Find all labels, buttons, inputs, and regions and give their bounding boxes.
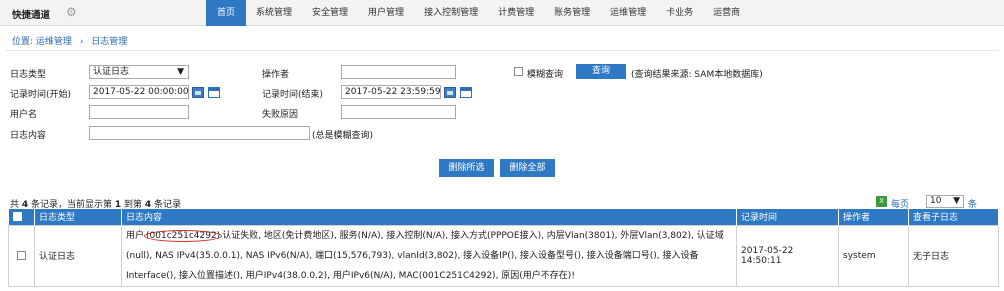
col-log-content: 日志内容 (121, 209, 737, 225)
nav-access-control[interactable]: 接入控制管理 (414, 0, 488, 26)
breadcrumb-prefix: 位置: (12, 37, 34, 47)
operator-label: 操作者 (262, 70, 290, 80)
col-operator: 操作者 (838, 209, 909, 225)
row-sub-log: 无子日志 (908, 224, 999, 287)
col-sub-log: 查看子日志 (908, 209, 999, 225)
log-type-select[interactable]: 认证日志 ▼ (89, 65, 189, 79)
log-type-value: 认证日志 (93, 67, 130, 77)
clear-date-icon[interactable] (208, 87, 220, 98)
col-log-type: 日志类型 (34, 209, 122, 225)
quick-access-link[interactable]: 快捷通道 (12, 7, 50, 21)
divider (6, 50, 998, 51)
nav-billing[interactable]: 计费管理 (488, 0, 544, 26)
per-page-value: 10 (930, 196, 942, 206)
username-label: 用户名 (10, 110, 38, 120)
nav-operator[interactable]: 运营商 (703, 0, 750, 26)
chevron-down-icon: ▼ (177, 67, 184, 77)
query-button[interactable]: 查询 (576, 64, 626, 79)
calendar-icon[interactable] (192, 87, 204, 98)
fail-reason-label: 失败原因 (262, 110, 299, 120)
breadcrumb-log[interactable]: 日志管理 (91, 37, 127, 47)
fuzzy-label: 模糊查询 (527, 70, 564, 80)
nav-users[interactable]: 用户管理 (358, 0, 414, 26)
nav-security[interactable]: 安全管理 (302, 0, 358, 26)
excel-export-icon[interactable]: X (876, 196, 887, 207)
gear-icon[interactable]: ⚙ (66, 6, 79, 19)
select-all-checkbox[interactable] (12, 211, 22, 221)
table-row: 认证日志 用户 (001c251c4292) 认证失败, 地区(免计费地区), 服务… (8, 224, 999, 287)
fail-reason-input[interactable] (341, 105, 456, 119)
breadcrumb-separator: › (79, 37, 84, 47)
log-content-label: 日志内容 (10, 131, 47, 141)
breadcrumb: 位置: 运维管理 › 日志管理 (12, 34, 127, 47)
delete-all-button[interactable]: 删除全部 (500, 159, 555, 177)
query-note: (查询结果来源: SAM本地数据库) (631, 70, 763, 80)
end-time-input[interactable]: 2017-05-22 23:59:59 (341, 85, 441, 99)
username-input[interactable] (89, 105, 189, 119)
start-time-label: 记录时间(开始) (10, 90, 72, 100)
row-log-content: 用户 (001c251c4292) 认证失败, 地区(免计费地区), 服务(N/A)… (121, 224, 737, 287)
main-nav: 首页 系统管理 安全管理 用户管理 接入控制管理 计费管理 账务管理 运维管理 … (206, 0, 750, 26)
row-checkbox[interactable] (17, 250, 26, 260)
nav-card[interactable]: 卡业务 (656, 0, 703, 26)
row-checkbox-cell (8, 224, 35, 287)
highlighted-mac: (001c251c4292) (144, 229, 223, 242)
nav-operations[interactable]: 运维管理 (600, 0, 656, 26)
delete-selected-button[interactable]: 删除所选 (439, 159, 494, 177)
end-time-label: 记录时间(结束) (262, 90, 324, 100)
breadcrumb-ops[interactable]: 运维管理 (36, 37, 72, 47)
nav-system[interactable]: 系统管理 (246, 0, 302, 26)
top-bar: 快捷通道 ⚙ 首页 系统管理 安全管理 用户管理 接入控制管理 计费管理 账务管… (0, 0, 1004, 26)
log-type-label: 日志类型 (10, 70, 47, 80)
nav-home[interactable]: 首页 (206, 0, 247, 26)
select-all-cell (8, 209, 35, 225)
log-text: 用户 (126, 230, 145, 241)
col-record-time: 记录时间 (736, 209, 839, 225)
row-operator: system (838, 224, 909, 287)
per-page-select[interactable]: 10 ▼ (926, 195, 964, 208)
log-content-note: (总是模糊查询) (312, 131, 374, 141)
log-table: 日志类型 日志内容 记录时间 操作者 查看子日志 认证日志 用户 (001c251… (8, 209, 999, 287)
row-log-type: 认证日志 (34, 224, 122, 287)
table-header: 日志类型 日志内容 记录时间 操作者 查看子日志 (8, 209, 999, 225)
nav-accounts[interactable]: 账务管理 (544, 0, 600, 26)
fuzzy-checkbox[interactable] (514, 67, 523, 76)
log-content-input[interactable] (89, 126, 310, 140)
row-record-time: 2017-05-22 14:50:11 (736, 224, 839, 287)
chevron-down-icon: ▼ (953, 196, 960, 206)
start-time-input[interactable]: 2017-05-22 00:00:00 (89, 85, 189, 99)
clear-date-icon[interactable] (460, 87, 472, 98)
calendar-icon[interactable] (444, 87, 456, 98)
operator-input[interactable] (341, 65, 456, 79)
